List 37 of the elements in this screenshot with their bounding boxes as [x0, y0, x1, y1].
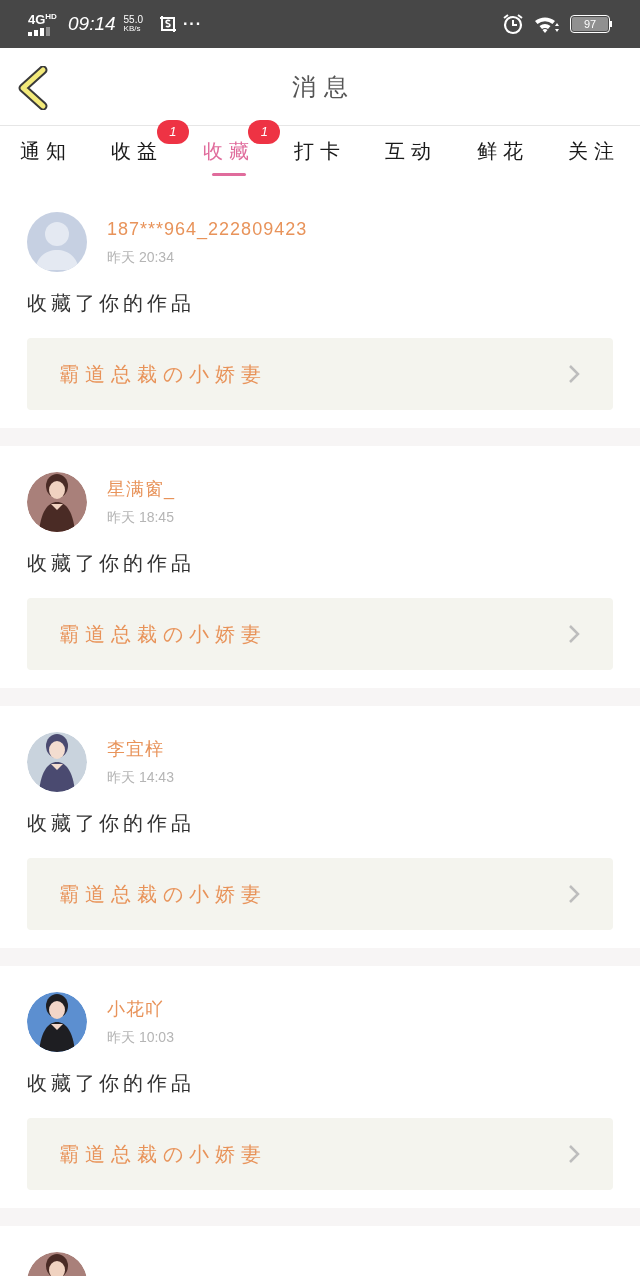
- speed-unit: KB/s: [123, 25, 142, 33]
- username: 187***964_222809423: [107, 218, 308, 242]
- tab-underline: [211, 173, 246, 176]
- count-badge: 1: [248, 120, 281, 144]
- tab[interactable]: 关注: [548, 126, 640, 186]
- chevron-right-icon: [567, 623, 581, 645]
- signal-icon: [28, 26, 50, 36]
- message-text: 收藏了你的作品: [27, 811, 196, 836]
- message-text: 收藏了你的作品: [27, 551, 196, 576]
- count-badge: 1: [156, 120, 189, 144]
- back-icon: [17, 66, 49, 110]
- message-text: 收藏了你的作品: [27, 291, 196, 316]
- tab[interactable]: 鲜花: [457, 126, 549, 186]
- clock-time: 09:14: [68, 11, 116, 36]
- message-text: 收藏了你的作品: [27, 1071, 196, 1096]
- timestamp: 昨天 18:45: [107, 508, 175, 527]
- username: 李宜梓: [107, 738, 165, 761]
- back-button[interactable]: [16, 66, 50, 110]
- chevron-right-icon: [567, 1143, 581, 1165]
- network-label: HD: [45, 12, 57, 21]
- chevron-right-icon: [567, 363, 581, 385]
- timestamp: 昨天 10:03: [107, 1028, 174, 1047]
- more-icon: ···: [183, 12, 202, 36]
- battery-percent: 97: [583, 18, 597, 30]
- chevron-right-icon: [567, 883, 581, 905]
- username: 小花吖: [107, 998, 165, 1021]
- timestamp: 昨天 20:34: [107, 248, 175, 267]
- tab[interactable]: 互动: [365, 126, 458, 186]
- network-type: 4G: [28, 12, 46, 26]
- alarm-icon: [502, 13, 524, 35]
- avatar-placeholder: [27, 212, 87, 272]
- username: 星满窗_: [107, 478, 175, 502]
- timestamp: 昨天 14:43: [107, 768, 174, 787]
- tab[interactable]: 通知: [0, 126, 92, 186]
- page-title: 消息: [291, 71, 356, 102]
- network-speed: 55.0: [123, 15, 143, 25]
- screenshot-icon: [159, 15, 177, 33]
